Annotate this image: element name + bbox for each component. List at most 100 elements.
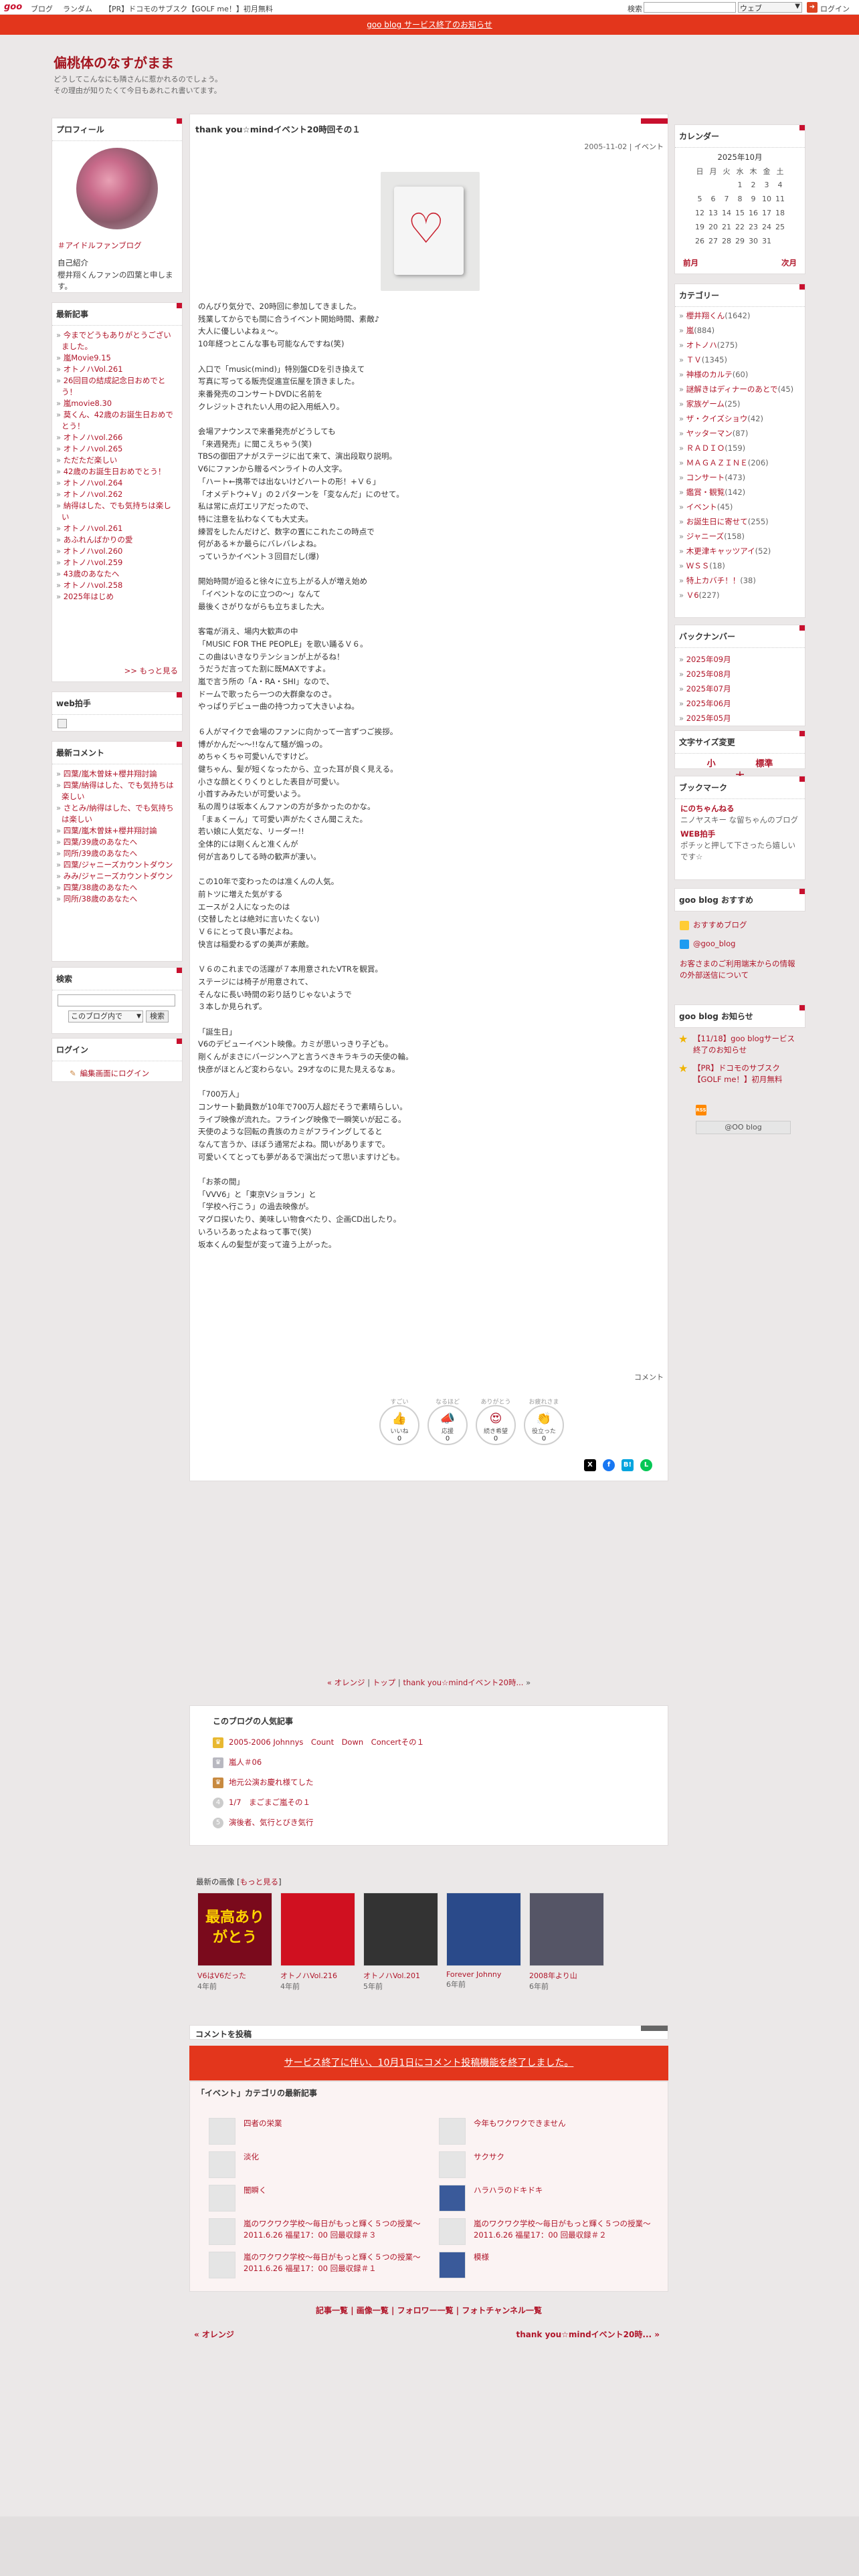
goo-news-item-2[interactable]: 【PR】ドコモのサブスク【GOLF me！】初月無料 — [693, 1063, 800, 1085]
category-latest-item[interactable]: 模様 — [439, 2252, 674, 2278]
popular-post-4[interactable]: 4 1/7 まごまご嵐その１ — [213, 1797, 310, 1808]
post-category[interactable]: イベント — [634, 142, 664, 151]
backnumber-item[interactable]: 2025年09月 — [679, 652, 801, 667]
backnumber-item[interactable]: 2025年07月 — [679, 681, 801, 696]
recent-post-item[interactable]: オトノハvol.262 — [56, 489, 178, 500]
recent-image-item[interactable]: 2008年より山 6年前 — [529, 1893, 604, 1992]
category-item[interactable]: 謎解きはディナーのあとで(45) — [679, 382, 801, 397]
category-item[interactable]: ザ・クイズショウ(42) — [679, 411, 801, 426]
blog-search-button[interactable]: 検索 — [146, 1010, 169, 1023]
recent-post-item[interactable]: オトノハvol.261 — [56, 523, 178, 534]
bookmark-2-title[interactable]: WEB拍手 — [680, 829, 799, 840]
goo-news-item-1[interactable]: 【11/18】goo blogサービス終了のお知らせ — [693, 1033, 800, 1056]
recent-post-item[interactable]: 今までどうもありがとうございました。 — [56, 330, 178, 352]
share-line-icon[interactable]: L — [640, 1459, 652, 1471]
category-item[interactable]: 鑑賞・観覧(142) — [679, 485, 801, 500]
category-latest-item[interactable]: 今年もワクワクできません — [439, 2118, 674, 2145]
recent-posts-more[interactable]: >> もっと見る — [124, 665, 178, 676]
category-item[interactable]: ＲＡＤＩＯ(159) — [679, 441, 801, 455]
recent-comment-item[interactable]: 同所/38歳のあなたへ — [56, 893, 178, 905]
category-item[interactable]: ＴＶ(1345) — [679, 352, 801, 367]
recent-post-item[interactable]: ただただ楽しい — [56, 455, 178, 466]
recent-comment-item[interactable]: 四葉/納得はした、でも気持ちは楽しい — [56, 780, 178, 802]
service-end-notice-link[interactable]: goo blog サービス終了のお知らせ — [367, 20, 492, 29]
recent-comment-item[interactable]: 四葉/嵐木曽妹+櫻井翔討論 — [56, 825, 178, 837]
footer-prev-post[interactable]: « オレンジ — [194, 2329, 234, 2340]
share-hatena-icon[interactable]: B! — [622, 1459, 634, 1471]
recent-comment-item[interactable]: 四葉/嵐木曽妹+櫻井翔討論 — [56, 768, 178, 780]
share-facebook-icon[interactable]: f — [603, 1459, 615, 1471]
reaction-button[interactable]: なるほど 📣 応援 0 — [425, 1397, 470, 1445]
category-item[interactable]: ジャニーズ(158) — [679, 529, 801, 544]
category-item[interactable]: お誕生日に寄せて(255) — [679, 514, 801, 529]
recent-post-item[interactable]: あふれんばかりの愛 — [56, 534, 178, 546]
reaction-button[interactable]: お疲れさま 👏 役立った 0 — [522, 1397, 566, 1445]
topbar-login-link[interactable]: ログイン — [820, 3, 850, 14]
category-item[interactable]: 家族ゲーム(25) — [679, 397, 801, 411]
footer-link-images[interactable]: 画像一覧 — [357, 2306, 389, 2315]
recent-post-item[interactable]: 納得はした、でも気持ちは楽しい — [56, 500, 178, 523]
calendar-prev[interactable]: 前月 — [683, 257, 698, 268]
category-item[interactable]: ヤッターマン(87) — [679, 426, 801, 441]
popular-post-2[interactable]: ♛ 嵐人＃06 — [213, 1757, 262, 1768]
external-transmission-link[interactable]: お客さまのご利用端末からの情報の外部送信について — [680, 958, 800, 981]
category-item[interactable]: 櫻井翔くん(1642) — [679, 308, 801, 323]
popular-post-1[interactable]: ♛ 2005-2006 Johnnys Count Down Concertその１ — [213, 1737, 424, 1748]
recent-image-item[interactable]: 最高ありがとう V6はV6だった 4年前 — [197, 1893, 272, 1992]
calendar-next[interactable]: 次月 — [781, 257, 797, 268]
category-item[interactable]: 嵐(884) — [679, 323, 801, 338]
category-item[interactable]: ＷＳＳ(18) — [679, 558, 801, 573]
recent-comment-item[interactable]: 四葉/39歳のあなたへ — [56, 837, 178, 848]
post-comment-link[interactable]: コメント — [634, 1372, 664, 1382]
recent-image-item[interactable]: オトノハVol.216 4年前 — [280, 1893, 355, 1992]
category-item[interactable]: ＭＡＧＡＺＩＮＥ(206) — [679, 455, 801, 470]
topbar-link-random[interactable]: ランダム — [63, 3, 92, 14]
goo-blog-badge[interactable]: @OO blog — [696, 1121, 791, 1134]
category-item[interactable]: オトノハ(275) — [679, 338, 801, 352]
recent-post-item[interactable]: 嵐Movie9.15 — [56, 352, 178, 364]
web-clap-image-icon[interactable] — [58, 719, 67, 728]
recent-comment-item[interactable]: みみ/ジャニーズカウントダウン — [56, 871, 178, 882]
popular-post-3[interactable]: ♛ 地元公演お慶れ様てした — [213, 1777, 314, 1788]
recent-post-item[interactable]: オトノハVol.261 — [56, 364, 178, 375]
recent-post-item[interactable]: 26回目の結成記念日おめでとう！ — [56, 375, 178, 398]
category-latest-item[interactable]: 嵐のワクワク学校〜毎日がもっと輝く５つの授業〜2011.6.26 福星17：00… — [209, 2252, 444, 2278]
post-title[interactable]: thank you☆mindイベント20時回その１ — [195, 122, 361, 135]
share-x-icon[interactable]: X — [584, 1459, 596, 1471]
category-item[interactable]: 神様のカルテ(60) — [679, 367, 801, 382]
profile-avatar[interactable] — [76, 148, 158, 229]
category-latest-item[interactable]: 嵐のワクワク学校〜毎日がもっと輝く５つの授業〜2011.6.26 福星17：00… — [439, 2218, 674, 2245]
recent-post-item[interactable]: オトノハvol.265 — [56, 443, 178, 455]
recent-comment-item[interactable]: 四葉/38歳のあなたへ — [56, 882, 178, 893]
goo-logo[interactable]: goo — [4, 2, 22, 12]
recent-post-item[interactable]: 42歳のお誕生日おめでとう！ — [56, 466, 178, 477]
blog-title[interactable]: 偏桃体のなすがまま — [54, 52, 174, 72]
recent-comment-item[interactable]: 同所/39歳のあなたへ — [56, 848, 178, 859]
category-item[interactable]: イベント(45) — [679, 500, 801, 514]
category-latest-item[interactable]: ハラハラのドキドキ — [439, 2185, 674, 2212]
category-latest-item[interactable]: 闇瞬く — [209, 2185, 444, 2212]
recent-post-item[interactable]: オトノハvol.260 — [56, 546, 178, 557]
recent-image-item[interactable]: Forever Johnny 6年前 — [446, 1893, 521, 1990]
reaction-button[interactable]: ありがとう 😍 続き希望 0 — [474, 1397, 518, 1445]
category-latest-item[interactable]: サクサク — [439, 2151, 674, 2178]
recommend-blog-link[interactable]: おすすめブログ — [680, 916, 800, 934]
popular-post-5[interactable]: 5 演後者、気行とびき気行 — [213, 1817, 314, 1828]
recent-post-item[interactable]: 2025年はじめ — [56, 591, 178, 603]
category-item[interactable]: コンサート(473) — [679, 470, 801, 485]
blog-search-scope-select[interactable]: このブログ内で ▼ — [68, 1010, 143, 1023]
backnumber-item[interactable]: 2025年06月 — [679, 696, 801, 711]
recent-post-item[interactable]: 莫くん、42歳のお誕生日おめでとう！ — [56, 409, 178, 432]
recent-post-item[interactable]: 43歳のあなたへ — [56, 568, 178, 580]
category-latest-item[interactable]: 嵐のワクワク学校〜毎日がもっと輝く５つの授業〜2011.6.26 福星17：00… — [209, 2218, 444, 2245]
footer-link-photochannels[interactable]: フォトチャンネル一覧 — [462, 2306, 542, 2315]
rss-icon[interactable]: RSS — [696, 1105, 706, 1115]
recent-post-item[interactable]: オトノハvol.259 — [56, 557, 178, 568]
category-latest-item[interactable]: 四者の栄業 — [209, 2118, 444, 2145]
recent-comment-item[interactable]: さとみ/納得はした、でも気持ちは楽しい — [56, 802, 178, 825]
blog-search-input[interactable] — [58, 994, 175, 1006]
bookmark-1-title[interactable]: にのちゃんねる — [680, 803, 799, 815]
comment-closed-text[interactable]: サービス終了に伴い、10月1日にコメント投稿機能を終了しました。 — [284, 2058, 574, 2068]
font-size-normal[interactable]: 標準 — [755, 756, 773, 769]
topbar-search-input[interactable] — [644, 2, 736, 13]
